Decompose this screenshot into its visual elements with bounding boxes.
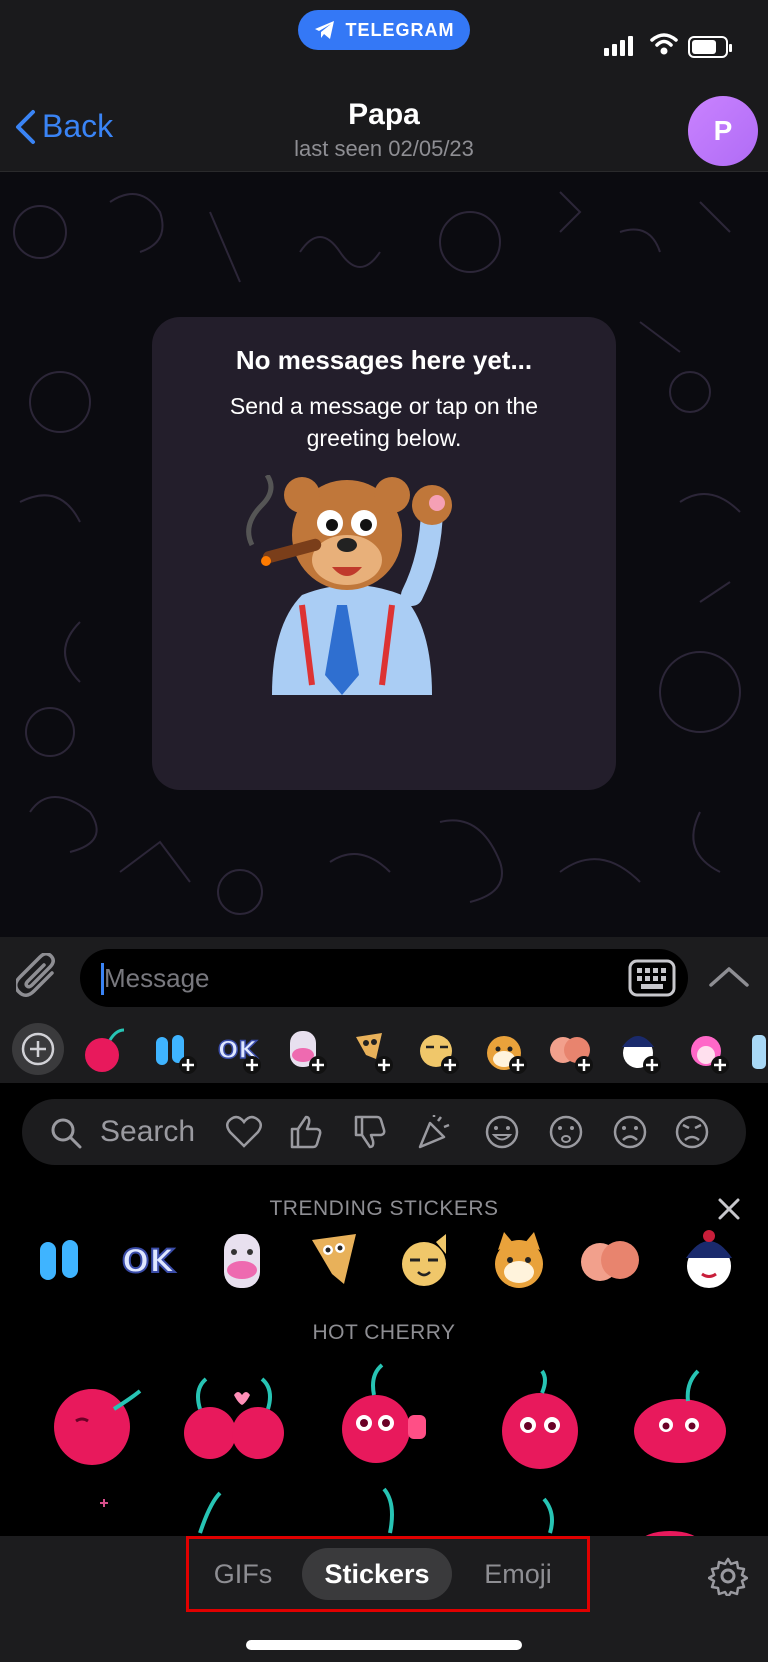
strip-sticker-capsule[interactable] — [150, 1025, 200, 1075]
recent-sticker-strip: OK — [0, 1017, 768, 1081]
trending-sticker-cat[interactable] — [392, 1228, 458, 1294]
strip-sticker-bottle[interactable] — [748, 1025, 768, 1075]
trending-sticker-geisha[interactable] — [676, 1228, 742, 1294]
angry-face-icon[interactable] — [674, 1115, 710, 1149]
return-to-telegram-pill[interactable]: TELEGRAM — [298, 10, 470, 50]
hot-cherry-heading: HOT CHERRY — [312, 1321, 456, 1344]
cherry-sticker-thinking[interactable] — [486, 1369, 596, 1479]
trending-sticker-capsule[interactable] — [30, 1228, 96, 1294]
strip-sticker-shiba[interactable] — [480, 1025, 530, 1075]
trending-sticker-shiba[interactable] — [486, 1228, 552, 1294]
grinning-face-icon[interactable] — [484, 1115, 520, 1149]
cherry-sticker-thumbs-up[interactable] — [330, 1361, 440, 1471]
search-label: Search — [100, 1115, 196, 1148]
frowning-face-icon[interactable] — [612, 1115, 648, 1149]
sticker-panel: Search TRENDING STICKERS OK HOT CHERRY — [0, 1083, 768, 1536]
battery-level — [692, 40, 716, 54]
search-icon — [51, 1118, 82, 1149]
cherry-sticker-sleeping[interactable] — [44, 1369, 154, 1479]
avatar[interactable]: P — [688, 96, 758, 166]
cellular-signal-icon — [604, 36, 633, 56]
add-sticker-pack-button[interactable] — [12, 1023, 64, 1075]
chevron-up-icon[interactable] — [708, 965, 750, 989]
cherry-sticker-partial-row — [100, 1487, 695, 1536]
thumbs-down-icon[interactable] — [352, 1115, 388, 1149]
party-popper-icon[interactable] — [416, 1115, 452, 1149]
strip-sticker-cat[interactable] — [412, 1025, 462, 1075]
sticker-tab-bar: GIFs Stickers Emoji — [0, 1536, 768, 1662]
home-indicator — [246, 1640, 522, 1650]
gear-icon[interactable] — [708, 1556, 748, 1596]
tab-emoji[interactable]: Emoji — [470, 1548, 566, 1600]
strip-sticker-pink-girl[interactable] — [682, 1025, 732, 1075]
heart-icon[interactable] — [226, 1115, 262, 1149]
cherry-sticker-happy[interactable] — [626, 1365, 736, 1475]
tab-stickers[interactable]: Stickers — [302, 1548, 452, 1600]
battery-icon — [688, 36, 732, 58]
thumbs-up-icon[interactable] — [288, 1115, 324, 1149]
keyboard-icon[interactable] — [628, 959, 676, 997]
empty-chat-description: Send a message or tap on the greeting be… — [229, 393, 539, 451]
close-icon[interactable] — [716, 1196, 742, 1222]
trending-sticker-peach[interactable] — [578, 1228, 644, 1294]
tab-gifs[interactable]: GIFs — [200, 1548, 286, 1600]
telegram-pill-label: TELEGRAM — [345, 19, 455, 40]
message-input[interactable]: Message — [80, 949, 688, 1007]
message-composer: Message OK — [0, 937, 768, 1083]
message-placeholder: Message — [104, 963, 210, 993]
plus-circle-icon — [21, 1032, 55, 1066]
avatar-initial: P — [713, 115, 733, 146]
svg-text:OK: OK — [122, 1242, 175, 1280]
empty-chat-title: No messages here yet... — [235, 345, 533, 375]
trending-sticker-dog[interactable] — [302, 1228, 368, 1294]
cherry-sticker-kiss[interactable] — [180, 1363, 290, 1473]
strip-sticker-peach[interactable] — [546, 1025, 596, 1075]
telegram-plane-icon — [314, 21, 334, 39]
worried-face-icon[interactable] — [548, 1115, 584, 1149]
empty-chat-card: No messages here yet... Send a message o… — [152, 317, 616, 790]
strip-sticker-cherry[interactable] — [80, 1025, 130, 1075]
greeting-bear-sticker[interactable] — [242, 475, 472, 705]
strip-sticker-ok[interactable]: OK — [214, 1025, 264, 1075]
trending-sticker-ok[interactable]: OK — [118, 1228, 184, 1294]
chat-background: No messages here yet... Send a message o… — [0, 172, 768, 937]
sticker-search-bar[interactable]: Search — [22, 1099, 746, 1165]
strip-sticker-pink-nose[interactable] — [280, 1025, 330, 1075]
strip-sticker-dog[interactable] — [346, 1025, 396, 1075]
trending-sticker-pink-nose[interactable] — [210, 1228, 276, 1294]
chat-header: Back Papa last seen 02/05/23 P — [0, 92, 768, 172]
status-bar: TELEGRAM — [0, 0, 768, 92]
wifi-icon — [650, 33, 678, 55]
paperclip-icon[interactable] — [16, 953, 60, 1001]
chat-title-block[interactable]: Papa last seen 02/05/23 — [0, 98, 768, 162]
last-seen-status: last seen 02/05/23 — [294, 136, 474, 161]
trending-stickers-heading: TRENDING STICKERS — [269, 1197, 499, 1220]
strip-sticker-geisha[interactable] — [614, 1025, 664, 1075]
chat-title: Papa — [348, 98, 420, 131]
